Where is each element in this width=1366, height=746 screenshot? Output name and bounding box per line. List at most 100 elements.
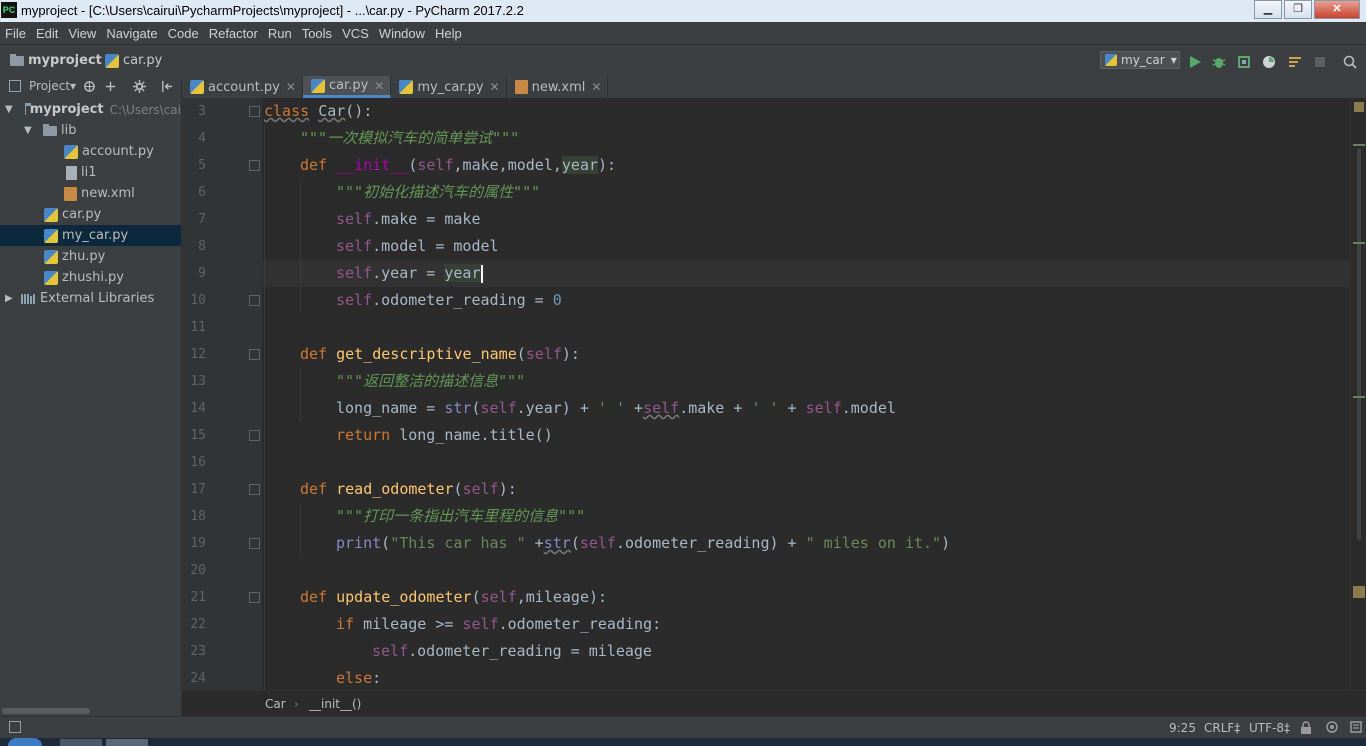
taskbar-app[interactable] <box>60 739 102 746</box>
sync-icon[interactable] <box>83 80 96 93</box>
code-token: ( <box>453 480 463 498</box>
menu-tools[interactable]: Tools <box>297 26 337 41</box>
line-number: 18 <box>190 509 206 524</box>
search-icon[interactable] <box>1343 55 1357 69</box>
code-token: self <box>480 588 517 606</box>
code-editor[interactable]: class Car(): """一次模拟汽车的简单尝试""" def __ini… <box>262 98 1350 690</box>
vertical-scrollbar-thumb[interactable] <box>1357 148 1361 540</box>
fold-marker-icon[interactable] <box>249 349 260 360</box>
fold-marker-icon[interactable] <box>249 592 260 603</box>
tree-item-zhushi-py[interactable]: zhushi.py <box>0 267 181 288</box>
event-log-icon[interactable] <box>1349 720 1363 734</box>
menu-view[interactable]: View <box>63 26 101 41</box>
taskbar-app[interactable] <box>106 739 148 746</box>
menu-run[interactable]: Run <box>263 26 297 41</box>
hide-panel-icon[interactable] <box>160 80 173 93</box>
close-tab-icon[interactable]: ✕ <box>286 80 296 94</box>
folder-icon <box>43 123 57 136</box>
tree-item-li1[interactable]: li1 <box>0 162 181 183</box>
tree-item-external-libraries[interactable]: ▶ External Libraries <box>0 288 181 309</box>
menu-vcs[interactable]: VCS <box>337 26 374 41</box>
menu-navigate[interactable]: Navigate <box>101 26 162 41</box>
project-view-dropdown[interactable]: Project▾ <box>29 79 76 93</box>
close-tab-icon[interactable]: ✕ <box>490 80 500 94</box>
code-token: .year = <box>372 264 445 282</box>
inspection-status-icon[interactable] <box>1354 102 1364 112</box>
code-token: else <box>336 669 373 687</box>
text-caret <box>480 264 483 283</box>
tree-item-my-car-py[interactable]: my_car.py <box>0 225 181 246</box>
change-marker[interactable] <box>1353 396 1365 398</box>
tree-item-new-xml[interactable]: new.xml <box>0 183 181 204</box>
code-token: self <box>417 156 454 174</box>
editor-error-stripe[interactable] <box>1350 98 1366 690</box>
lock-icon[interactable] <box>1300 721 1312 734</box>
warning-marker[interactable] <box>1353 586 1365 598</box>
code-token: def <box>300 588 328 606</box>
python-file-icon <box>44 207 58 222</box>
breadcrumb-class[interactable]: Car <box>265 697 286 711</box>
menu-refactor[interactable]: Refactor <box>204 26 263 41</box>
tab-label: my_car.py <box>417 79 484 95</box>
close-tab-icon[interactable]: ✕ <box>374 79 384 93</box>
expand-arrow-icon[interactable]: ▼ <box>24 125 32 136</box>
run-config-select[interactable]: my_car ▾ <box>1100 51 1180 69</box>
coverage-icon[interactable] <box>1237 55 1251 69</box>
breadcrumb-method[interactable]: __init__() <box>309 697 361 711</box>
horizontal-scrollbar[interactable] <box>2 708 90 714</box>
code-token: def <box>300 480 328 498</box>
file-encoding[interactable]: UTF-8‡ <box>1249 721 1290 735</box>
start-button[interactable] <box>8 738 42 746</box>
tree-item-account-py[interactable]: account.py <box>0 141 181 162</box>
tab-new-xml[interactable]: new.xml ✕ <box>507 76 609 98</box>
python-file-icon <box>44 249 58 264</box>
collapse-all-icon[interactable] <box>104 80 117 93</box>
menu-code[interactable]: Code <box>163 26 204 41</box>
caret-position[interactable]: 9:25 <box>1169 721 1196 735</box>
breadcrumb-separator: › <box>294 697 299 711</box>
tree-item-lib[interactable]: ▼ lib <box>0 120 181 141</box>
run-icon[interactable] <box>1188 55 1202 69</box>
change-marker[interactable] <box>1353 242 1365 244</box>
menu-window[interactable]: Window <box>374 26 430 41</box>
gear-icon[interactable] <box>133 80 146 93</box>
editor-breadcrumb: Car › __init__() <box>182 690 1366 717</box>
fold-marker-icon[interactable] <box>249 538 260 549</box>
code-token: ' ' <box>751 399 779 417</box>
minimize-button[interactable]: ▁ <box>1254 0 1282 19</box>
nav-project-crumb[interactable]: myproject <box>10 53 102 68</box>
fold-marker-icon[interactable] <box>249 106 260 117</box>
concurrency-icon[interactable] <box>1288 55 1302 69</box>
line-number: 11 <box>190 320 206 335</box>
menu-help[interactable]: Help <box>430 26 467 41</box>
profile-icon[interactable] <box>1262 55 1276 69</box>
tab-my-car-py[interactable]: my_car.py ✕ <box>391 76 507 98</box>
tree-item-myproject[interactable]: ▼ myproject C:\Users\cai <box>0 99 181 120</box>
line-separator[interactable]: CRLF‡ <box>1204 721 1240 735</box>
stop-icon[interactable] <box>1313 55 1327 69</box>
menu-edit[interactable]: Edit <box>31 26 63 41</box>
fold-marker-icon[interactable] <box>249 430 260 441</box>
expand-arrow-icon[interactable]: ▼ <box>5 104 13 115</box>
fold-marker-icon[interactable] <box>249 295 260 306</box>
nav-file-crumb[interactable]: car.py <box>105 53 162 68</box>
tab-car-py[interactable]: car.py ✕ <box>302 76 392 98</box>
nav-project-label: myproject <box>28 53 102 68</box>
tree-item-car-py[interactable]: car.py <box>0 204 181 225</box>
code-token: + <box>625 399 644 417</box>
inspector-icon[interactable] <box>1325 720 1339 734</box>
change-marker[interactable] <box>1353 144 1365 146</box>
code-token: .model <box>841 399 896 417</box>
tab-account-py[interactable]: account.py ✕ <box>182 76 303 98</box>
tree-item-zhu-py[interactable]: zhu.py <box>0 246 181 267</box>
tool-windows-icon[interactable] <box>9 721 21 733</box>
expand-arrow-icon[interactable]: ▶ <box>5 293 13 304</box>
code-line-21: def update_odometer(self,mileage): <box>300 584 607 611</box>
debug-icon[interactable] <box>1212 55 1226 69</box>
fold-marker-icon[interactable] <box>249 160 260 171</box>
close-tab-icon[interactable]: ✕ <box>591 80 601 94</box>
close-button[interactable]: ✕ <box>1314 0 1360 19</box>
menu-file[interactable]: File <box>0 26 31 41</box>
maximize-button[interactable]: ❐ <box>1284 0 1312 19</box>
fold-marker-icon[interactable] <box>249 484 260 495</box>
